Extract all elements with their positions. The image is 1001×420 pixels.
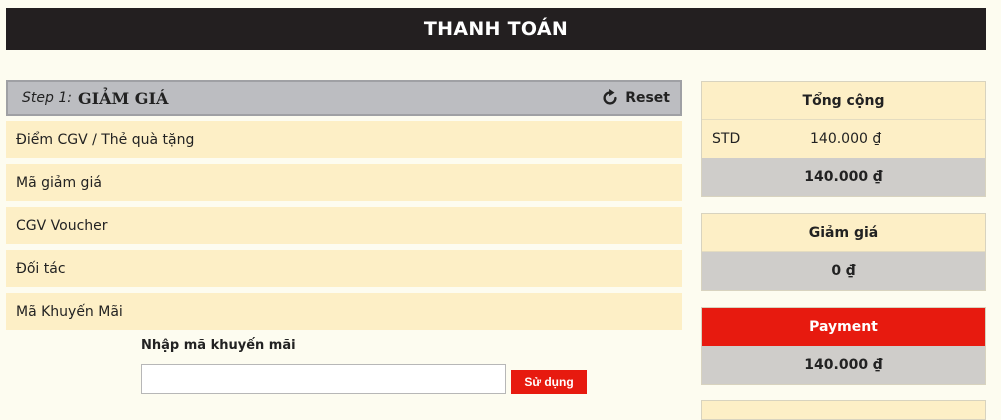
total-amount: 140.000 ₫ bbox=[702, 158, 985, 196]
total-panel: Tổng cộng STD 140.000 ₫ 140.000 ₫ bbox=[701, 81, 986, 197]
option-label: CGV Voucher bbox=[16, 217, 108, 234]
promo-code-input[interactable] bbox=[141, 364, 506, 394]
option-partner[interactable]: Đối tác bbox=[6, 250, 682, 287]
option-discount-code[interactable]: Mã giảm giá bbox=[6, 164, 682, 201]
step-title: GIẢM GIÁ bbox=[77, 88, 169, 108]
promo-code-label: Nhập mã khuyến mãi bbox=[141, 338, 296, 353]
step-header: Step 1: GIẢM GIÁ Reset bbox=[6, 80, 682, 116]
discount-panel: Giảm giá 0 ₫ bbox=[701, 213, 986, 291]
next-panel bbox=[701, 400, 986, 420]
payment-title: Payment bbox=[702, 308, 985, 346]
option-label: Điểm CGV / Thẻ quà tặng bbox=[16, 131, 195, 148]
refresh-icon bbox=[603, 89, 617, 105]
option-cgv-points-gift-card[interactable]: Điểm CGV / Thẻ quà tặng bbox=[6, 121, 682, 158]
discount-title: Giảm giá bbox=[702, 214, 985, 252]
total-title: Tổng cộng bbox=[702, 82, 985, 120]
reset-button[interactable]: Reset bbox=[601, 89, 670, 107]
option-cgv-voucher[interactable]: CGV Voucher bbox=[6, 207, 682, 244]
payment-amount: 140.000 ₫ bbox=[702, 346, 985, 384]
option-label: Đối tác bbox=[16, 260, 66, 277]
option-promo-code[interactable]: Mã Khuyến Mãi bbox=[6, 293, 682, 330]
payment-panel: Payment 140.000 ₫ bbox=[701, 307, 986, 385]
option-label: Mã Khuyến Mãi bbox=[16, 303, 123, 320]
step-number: Step 1: bbox=[22, 90, 72, 106]
ticket-line: STD 140.000 ₫ bbox=[702, 120, 985, 158]
ticket-amount: 140.000 ₫ bbox=[810, 131, 882, 147]
ticket-type: STD bbox=[712, 131, 741, 147]
option-label: Mã giảm giá bbox=[16, 174, 102, 191]
apply-promo-button[interactable]: Sử dụng bbox=[511, 370, 587, 394]
page-title: THANH TOÁN bbox=[6, 8, 986, 50]
reset-label: Reset bbox=[625, 90, 670, 106]
discount-amount: 0 ₫ bbox=[702, 252, 985, 290]
